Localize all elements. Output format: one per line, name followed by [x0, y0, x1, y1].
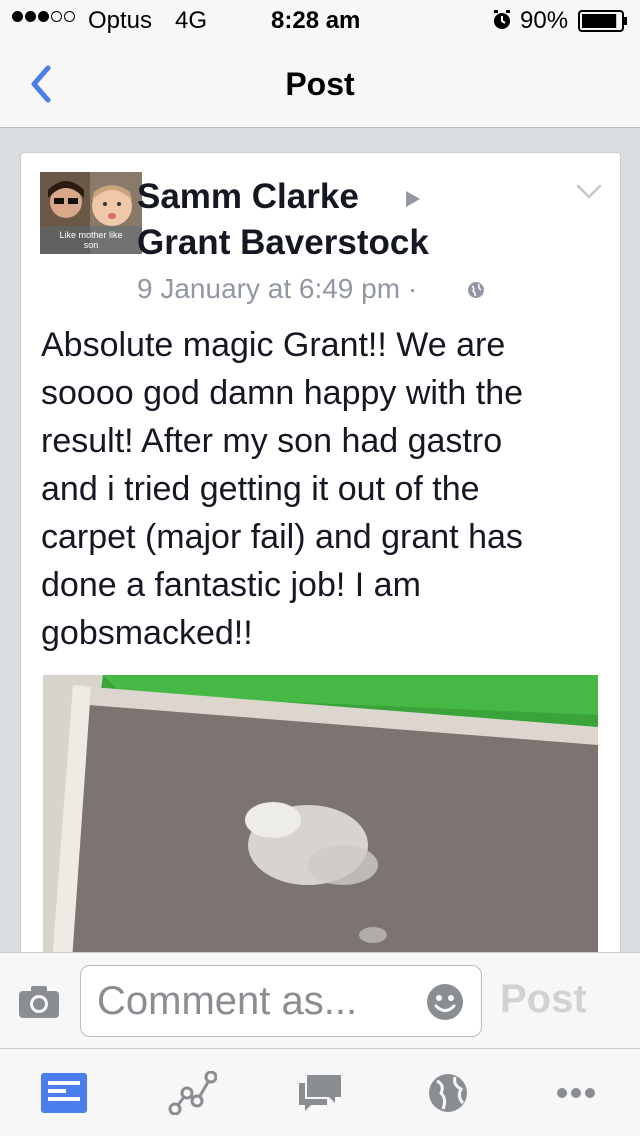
globe-icon	[429, 1074, 467, 1112]
chevron-down-icon[interactable]	[575, 183, 603, 201]
signal-dot	[12, 11, 23, 22]
author-name[interactable]: Samm Clarke	[137, 177, 359, 217]
tab-activity[interactable]	[128, 1049, 256, 1136]
nav-bar: Post	[0, 40, 640, 128]
signal-dot	[64, 11, 75, 22]
tab-bar	[0, 1048, 640, 1136]
post-text-line: result! After my son had gastro	[41, 422, 503, 460]
messages-icon	[299, 1075, 341, 1111]
post-timestamp[interactable]: 9 January at 6:49 pm ·	[137, 273, 417, 305]
post-text-line: and i tried getting it out of the	[41, 470, 480, 508]
avatar[interactable]: Like mother like son	[40, 172, 142, 254]
signal-dot	[38, 11, 49, 22]
post-text-line: gobsmacked!!	[41, 614, 253, 652]
comment-bar: Post	[0, 952, 640, 1048]
tab-notifications[interactable]	[384, 1049, 512, 1136]
post-text-line: carpet (major fail) and grant has	[41, 518, 523, 556]
alarm-icon	[494, 10, 510, 29]
network-type: 4G	[175, 7, 208, 34]
tab-news-feed[interactable]	[0, 1049, 128, 1136]
post-text-line: soooo god damn happy with the	[41, 374, 524, 412]
svg-text:Like mother like: Like mother like	[59, 230, 122, 240]
battery-percent: 90%	[520, 7, 569, 34]
emoji-icon[interactable]	[425, 982, 465, 1022]
news-feed-icon	[41, 1073, 87, 1113]
post-text-line: Absolute magic Grant!! We are	[41, 326, 506, 364]
graph-icon	[168, 1071, 217, 1115]
page-title: Post	[285, 66, 355, 102]
carrier-name: Optus	[88, 7, 153, 34]
right-arrow-icon	[406, 191, 420, 207]
post-comment-button[interactable]: Post	[500, 977, 587, 1022]
signal-dot	[51, 11, 62, 22]
camera-icon[interactable]	[18, 985, 60, 1019]
signal-dot	[25, 11, 36, 22]
status-bar: Optus 4G 8:28 am 90%	[0, 0, 640, 40]
recipient-name[interactable]: Grant Baverstock	[137, 223, 429, 263]
tab-messages[interactable]	[256, 1049, 384, 1136]
clock: 8:28 am	[271, 7, 361, 34]
post-text-line: done a fantastic job! I am	[41, 566, 421, 604]
svg-text:son: son	[84, 240, 99, 250]
comment-input[interactable]	[80, 965, 482, 1037]
battery-icon	[578, 10, 627, 32]
more-icon	[557, 1088, 595, 1098]
tab-more[interactable]	[512, 1049, 640, 1136]
post-card: Like mother like son Samm Clarke Grant B…	[20, 152, 621, 972]
post-photo[interactable]	[43, 675, 598, 972]
globe-icon	[468, 282, 484, 298]
post-text: Absolute magic Grant!! We are soooo god d…	[41, 321, 606, 657]
signal-strength-icon	[12, 11, 75, 22]
